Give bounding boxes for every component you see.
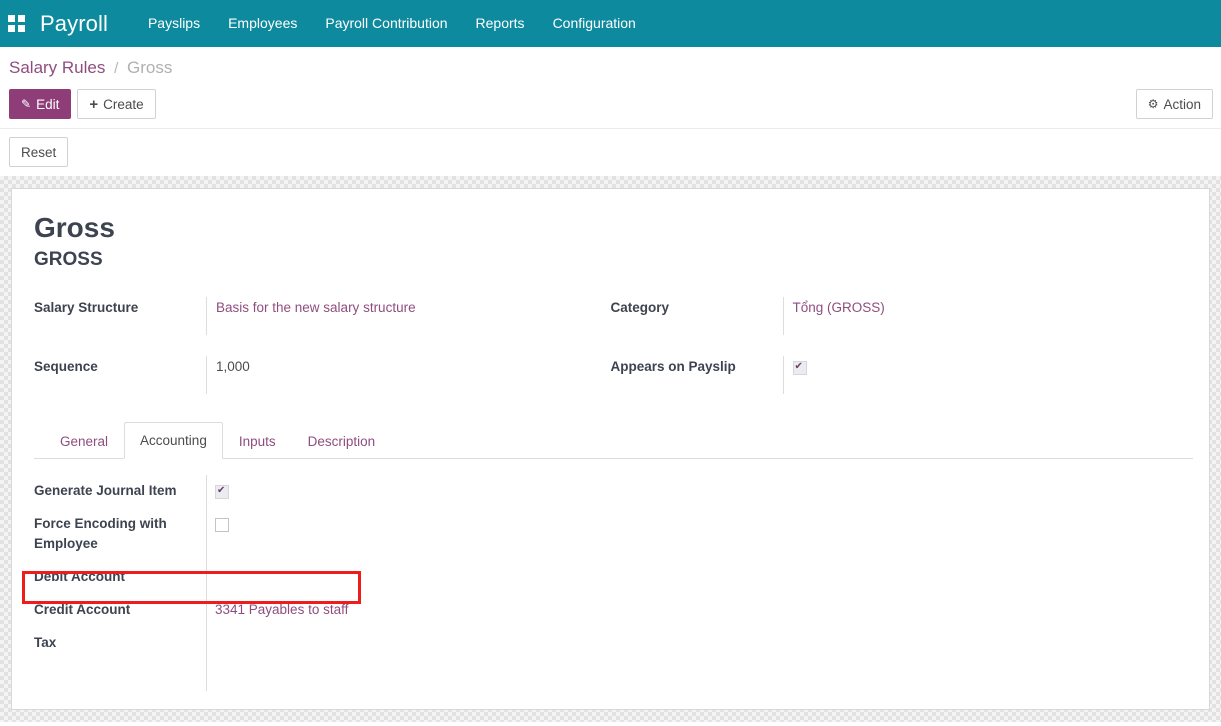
tab-pane-accounting: Generate Journal Item Force Encoding wit…: [34, 459, 1187, 691]
appears-on-payslip-checkbox[interactable]: [793, 361, 807, 375]
salary-structure-link[interactable]: Basis for the new salary structure: [216, 300, 416, 315]
nav-item-payroll-contribution[interactable]: Payroll Contribution: [311, 0, 461, 47]
page-subtitle-code: GROSS: [34, 247, 1187, 273]
field-label-salary-structure: Salary Structure: [34, 297, 206, 317]
field-value-sequence[interactable]: 1,000: [206, 356, 581, 394]
field-label-force-encoding-with-employee: Force Encoding with Employee: [34, 508, 206, 560]
field-value-tax[interactable]: [206, 627, 606, 691]
control-panel: Salary Rules / Gross ✎ Edit + Create ⚙ A…: [0, 47, 1221, 176]
generate-journal-item-checkbox[interactable]: [215, 485, 229, 499]
gear-icon: ⚙: [1148, 97, 1159, 111]
plus-icon: +: [89, 97, 98, 112]
tab-description[interactable]: Description: [292, 423, 392, 459]
field-value-force-encoding-with-employee: [206, 508, 606, 561]
breadcrumb: Salary Rules / Gross: [0, 47, 1221, 79]
form-column-right: Category Tổng (GROSS) Appears on Payslip: [611, 297, 1188, 415]
field-value-category[interactable]: Tổng (GROSS): [783, 297, 1188, 335]
create-button-label: Create: [103, 97, 144, 112]
field-credit-account: Credit Account 3341 Payables to staff: [34, 594, 1187, 627]
tab-inputs[interactable]: Inputs: [223, 423, 292, 459]
control-buttons-row: ✎ Edit + Create ⚙ Action: [0, 79, 1221, 128]
field-value-appears-on-payslip: [783, 356, 1188, 394]
notebook: General Accounting Inputs Description Ge…: [34, 422, 1187, 691]
field-value-debit-account[interactable]: [206, 561, 606, 594]
sheet-background: Gross GROSS Salary Structure Basis for t…: [0, 176, 1221, 722]
breadcrumb-separator: /: [114, 60, 118, 77]
right-button-group: ⚙ Action: [1136, 89, 1213, 119]
sequence-value: 1,000: [216, 359, 250, 374]
tab-general[interactable]: General: [44, 423, 124, 459]
action-button[interactable]: ⚙ Action: [1136, 89, 1213, 119]
form-sheet: Gross GROSS Salary Structure Basis for t…: [11, 188, 1210, 710]
action-button-label: Action: [1163, 97, 1201, 112]
page-title: Gross: [34, 211, 1187, 245]
field-appears-on-payslip: Appears on Payslip: [611, 356, 1188, 394]
field-label-debit-account: Debit Account: [34, 561, 206, 593]
reset-button[interactable]: Reset: [9, 137, 68, 167]
left-button-group: ✎ Edit + Create: [9, 89, 156, 119]
edit-button-label: Edit: [36, 97, 59, 112]
tab-accounting[interactable]: Accounting: [124, 422, 223, 459]
field-value-credit-account[interactable]: 3341 Payables to staff: [206, 594, 606, 627]
create-button[interactable]: + Create: [77, 89, 155, 119]
field-generate-journal-item: Generate Journal Item: [34, 475, 1187, 508]
force-encoding-with-employee-checkbox[interactable]: [215, 518, 229, 532]
field-label-sequence: Sequence: [34, 356, 206, 376]
field-value-generate-journal-item: [206, 475, 606, 508]
nav-item-configuration[interactable]: Configuration: [539, 0, 650, 47]
credit-account-link[interactable]: 3341 Payables to staff: [215, 602, 348, 617]
field-label-credit-account: Credit Account: [34, 594, 206, 626]
notebook-tabs: General Accounting Inputs Description: [34, 422, 1193, 459]
breadcrumb-current-gross: Gross: [127, 58, 172, 77]
nav-item-reports[interactable]: Reports: [462, 0, 539, 47]
field-label-appears-on-payslip: Appears on Payslip: [611, 356, 783, 376]
field-tax: Tax: [34, 627, 1187, 691]
form-groups: Salary Structure Basis for the new salar…: [34, 297, 1187, 415]
form-column-left: Salary Structure Basis for the new salar…: [34, 297, 611, 415]
field-label-generate-journal-item: Generate Journal Item: [34, 475, 206, 507]
field-label-tax: Tax: [34, 627, 206, 659]
field-force-encoding-with-employee: Force Encoding with Employee: [34, 508, 1187, 561]
field-sequence: Sequence 1,000: [34, 356, 581, 394]
nav-item-payslips[interactable]: Payslips: [134, 0, 214, 47]
top-navbar: Payroll Payslips Employees Payroll Contr…: [0, 0, 1221, 47]
breadcrumb-parent-salary-rules[interactable]: Salary Rules: [9, 58, 105, 77]
field-debit-account: Debit Account: [34, 561, 1187, 594]
nav-item-employees[interactable]: Employees: [214, 0, 311, 47]
category-link[interactable]: Tổng (GROSS): [793, 300, 885, 315]
apps-grid-icon[interactable]: [8, 15, 26, 33]
status-bar-row: Reset: [0, 128, 1221, 176]
field-label-category: Category: [611, 297, 783, 317]
pencil-icon: ✎: [21, 97, 31, 111]
app-brand-payroll[interactable]: Payroll: [40, 11, 108, 37]
field-value-salary-structure[interactable]: Basis for the new salary structure: [206, 297, 581, 335]
reset-button-label: Reset: [21, 145, 56, 160]
field-salary-structure: Salary Structure Basis for the new salar…: [34, 297, 581, 335]
edit-button[interactable]: ✎ Edit: [9, 89, 71, 119]
field-category: Category Tổng (GROSS): [611, 297, 1188, 335]
